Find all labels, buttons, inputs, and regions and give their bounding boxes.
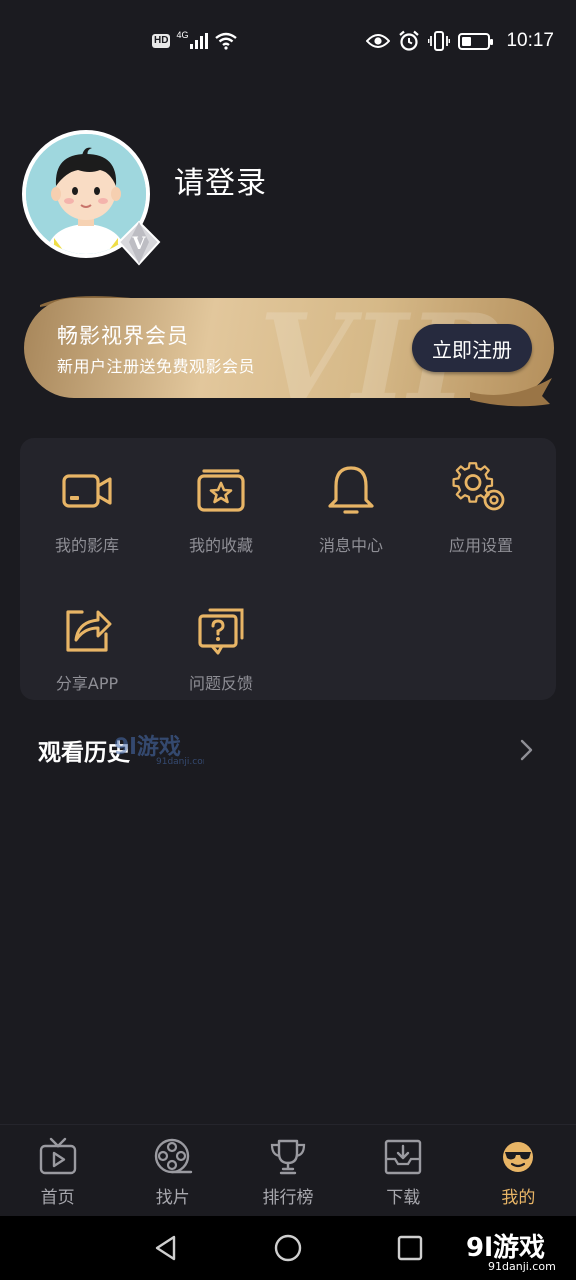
wifi-icon	[215, 32, 238, 50]
nav-label: 我的	[501, 1188, 536, 1208]
menu-item-messages[interactable]: 消息中心	[284, 462, 418, 572]
video-camera-icon	[62, 474, 112, 508]
nav-label: 排行榜	[262, 1188, 314, 1208]
network-type: 4G	[176, 30, 189, 40]
menu-item-label: 问题反馈	[188, 674, 253, 693]
menu-item-settings[interactable]: 应用设置	[414, 462, 548, 572]
watch-history-row[interactable]: 观看历史	[20, 720, 556, 780]
nav-mine[interactable]: 我的	[461, 1125, 576, 1216]
ribbon-decoration-right	[470, 378, 552, 407]
hd-badge: HD	[152, 34, 171, 48]
chevron-right-icon	[520, 739, 533, 761]
register-now-button[interactable]: 立即注册	[412, 324, 532, 372]
vibrate-icon	[428, 31, 451, 51]
download-tray-icon	[385, 1139, 422, 1175]
site-watermark-logo: 9l游戏 91danji.com	[466, 1233, 556, 1273]
home-circle-icon[interactable]	[273, 1233, 303, 1263]
menu-item-label: 我的收藏	[188, 536, 253, 555]
nav-home[interactable]: 首页	[0, 1125, 115, 1216]
film-reel-icon	[154, 1138, 192, 1174]
vip-subtitle: 新用户注册送免费观影会员	[57, 357, 256, 376]
nav-download[interactable]: 下载	[346, 1125, 461, 1216]
svg-text:91danji.com: 91danji.com	[488, 1260, 556, 1273]
svg-text:9l游戏: 9l游戏	[466, 1233, 545, 1263]
vip-diamond-badge-icon: V	[117, 220, 161, 266]
menu-item-label: 应用设置	[448, 536, 513, 555]
menu-item-my-library[interactable]: 我的影库	[20, 462, 154, 572]
back-triangle-icon[interactable]	[152, 1234, 180, 1262]
status-clock: 10:17	[506, 30, 554, 51]
sunglasses-face-icon	[503, 1142, 534, 1172]
status-bar-left: HD 4G	[152, 30, 238, 50]
nav-label: 找片	[155, 1188, 190, 1208]
menu-item-label: 消息中心	[318, 536, 383, 555]
gear-icon	[452, 462, 505, 511]
trophy-icon	[270, 1139, 306, 1175]
menu-item-label: 我的影库	[54, 536, 119, 555]
menu-item-favorites[interactable]: 我的收藏	[154, 462, 288, 572]
nav-rankings[interactable]: 排行榜	[230, 1125, 345, 1216]
battery-level-fill	[462, 36, 471, 46]
nav-discover[interactable]: 找片	[115, 1125, 230, 1216]
svg-text:91danji.com: 91danji.com	[156, 757, 204, 766]
star-folder-icon	[197, 469, 245, 512]
tv-icon	[39, 1137, 76, 1175]
menu-panel: 我的影库 我的收藏 消息中心 应用设置 分享APP 问题反馈	[20, 438, 556, 700]
menu-item-share-app[interactable]: 分享APP	[20, 600, 154, 710]
vip-title: 畅影视界会员	[57, 324, 189, 348]
battery-icon	[458, 32, 494, 50]
nav-label: 首页	[40, 1188, 75, 1208]
status-bar-right: 10:17	[366, 30, 554, 52]
signal-icon	[190, 33, 209, 49]
share-icon	[66, 610, 112, 652]
alarm-icon	[399, 30, 420, 51]
nav-label: 下载	[386, 1188, 421, 1208]
bell-icon	[328, 466, 374, 514]
menu-item-label: 分享APP	[55, 674, 119, 693]
question-chat-icon	[198, 608, 244, 655]
login-link[interactable]: 请登录	[174, 158, 267, 202]
bottom-nav: 首页 找片 排行榜 下载 我的	[0, 1124, 576, 1216]
site-watermark-small: 9l游戏 91danji.com	[114, 734, 204, 766]
recents-square-icon[interactable]	[396, 1234, 424, 1262]
status-bar: HD 4G 10:17	[0, 0, 576, 86]
eye-icon	[366, 34, 391, 48]
vip-badge-letter: V	[131, 234, 146, 254]
menu-item-feedback[interactable]: 问题反馈	[154, 600, 288, 710]
